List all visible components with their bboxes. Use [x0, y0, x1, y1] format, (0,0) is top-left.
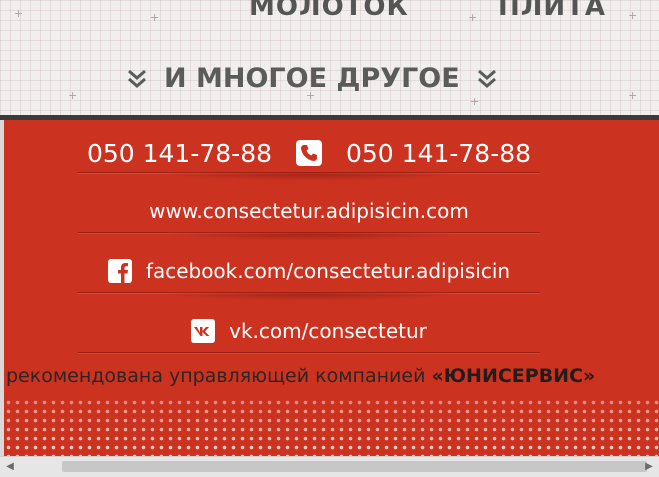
row-divider — [78, 352, 540, 353]
recommendation-label: рекомендована управляющей компанией — [6, 365, 432, 387]
row-shadow — [160, 293, 460, 301]
grid-mark: + — [628, 9, 638, 22]
facebook-link[interactable]: facebook.com/consectetur.adipisicin — [146, 259, 510, 283]
grid-mark: + — [150, 11, 160, 24]
phone-row: 050 141-78-88 050 141-78-88 — [78, 136, 540, 170]
facebook-row[interactable]: facebook.com/consectetur.adipisicin — [78, 256, 540, 286]
row-shadow — [160, 173, 460, 181]
phone-icon — [296, 140, 322, 166]
section-divider — [0, 115, 659, 120]
facebook-icon — [107, 259, 132, 283]
grid-mark: + — [68, 89, 78, 102]
grid-mark: + — [14, 7, 24, 20]
vk-link[interactable]: vk.com/consectetur — [229, 319, 427, 343]
grid-mark: + — [628, 89, 638, 102]
vk-icon — [191, 319, 216, 343]
products-section: + + + + + + + + МОЛОТОК ПЛИТА И МНОГОЕ Д… — [0, 0, 659, 116]
scroll-right-icon[interactable]: ▶ — [641, 457, 657, 477]
recommendation-text: рекомендована управляющей компанией «ЮНИ… — [6, 365, 595, 387]
dot-pattern — [4, 398, 659, 456]
double-chevron-down-icon — [474, 65, 500, 91]
product-stove: ПЛИТА — [498, 0, 606, 22]
vk-row[interactable]: vk.com/consectetur — [78, 316, 540, 346]
website-link[interactable]: www.consectetur.adipisicin.com — [78, 196, 540, 226]
row-shadow — [160, 233, 460, 241]
more-link[interactable]: И МНОГОЕ ДРУГОЕ — [124, 58, 500, 98]
product-hammer: МОЛОТОК — [249, 0, 409, 22]
phone-number-right[interactable]: 050 141-78-88 — [346, 139, 531, 168]
scrollbar-thumb[interactable] — [62, 461, 647, 472]
company-name: «ЮНИСЕРВИС» — [431, 365, 596, 387]
grid-mark: + — [468, 11, 478, 24]
phone-number-left[interactable]: 050 141-78-88 — [87, 139, 272, 168]
more-label: И МНОГОЕ ДРУГОЕ — [164, 62, 460, 94]
horizontal-scrollbar[interactable]: ◀ ▶ — [0, 456, 659, 477]
scroll-left-icon[interactable]: ◀ — [2, 457, 18, 477]
double-chevron-down-icon — [124, 65, 150, 91]
